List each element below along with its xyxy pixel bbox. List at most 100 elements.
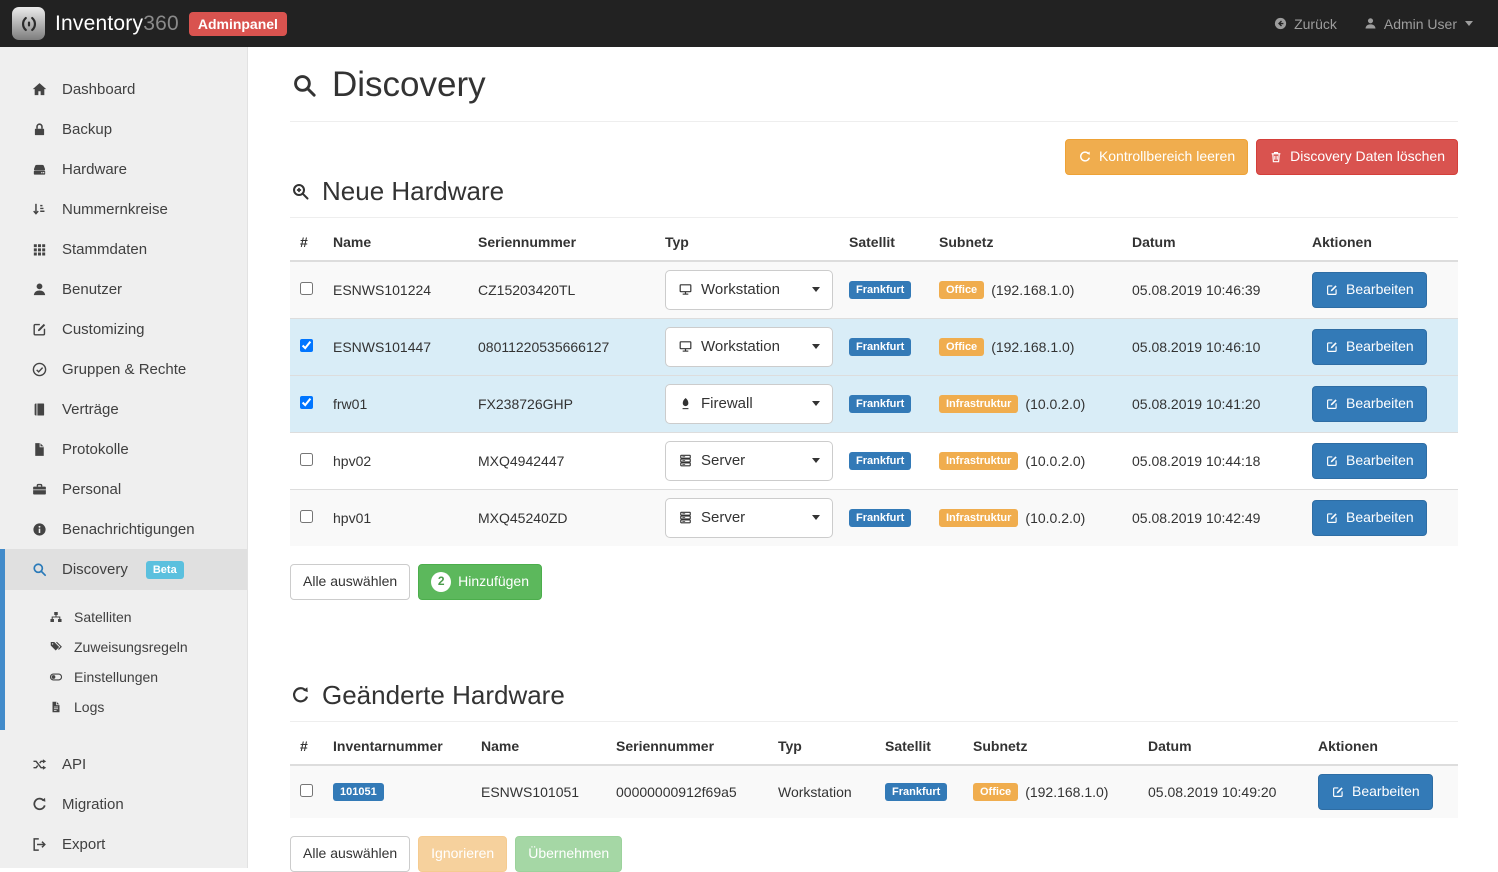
edit-button[interactable]: Bearbeiten <box>1318 774 1433 810</box>
type-dropdown[interactable]: Workstation <box>665 270 833 310</box>
edit-icon <box>1325 454 1339 468</box>
sidebar-item-benutzer[interactable]: Benutzer <box>0 269 247 309</box>
sidebar-item-zuweisungsregeln[interactable]: Zuweisungsregeln <box>5 632 247 662</box>
subnet-value: (10.0.2.0) <box>1025 453 1085 469</box>
fire-extinguisher-icon <box>678 396 693 411</box>
sidebar-item-label: Logs <box>74 699 104 715</box>
table-row: 101051 ESNWS101051 00000000912f69a5 Work… <box>290 765 1458 818</box>
col-type: Typ <box>770 728 877 765</box>
add-button[interactable]: 2 Hinzufügen <box>418 564 542 600</box>
sidebar-item-gruppen-rechte[interactable]: Gruppen & Rechte <box>0 349 247 389</box>
sidebar-item-label: Export <box>62 836 105 853</box>
hdd-icon <box>31 161 48 178</box>
changed-hardware-actions: Alle auswählen Ignorieren Übernehmen <box>290 836 1458 872</box>
edit-button[interactable]: Bearbeiten <box>1312 272 1427 308</box>
col-name: Name <box>325 224 470 261</box>
sidebar-item-export[interactable]: Export <box>0 824 247 864</box>
row-checkbox[interactable] <box>300 339 313 352</box>
user-icon <box>31 281 48 298</box>
select-all-button[interactable]: Alle auswählen <box>290 564 410 600</box>
row-checkbox[interactable] <box>300 453 313 466</box>
sidebar-item-einstellungen[interactable]: Einstellungen <box>5 662 247 692</box>
col-date: Datum <box>1140 728 1310 765</box>
type-dropdown[interactable]: Server <box>665 441 833 481</box>
sidebar-item-customizing[interactable]: Customizing <box>0 309 247 349</box>
edit-label: Bearbeiten <box>1346 508 1414 528</box>
sidebar-item-label: Verträge <box>62 401 119 418</box>
edit-icon <box>1325 511 1339 525</box>
type-dropdown[interactable]: Workstation <box>665 327 833 367</box>
serial-number: MXQ4942447 <box>478 453 564 469</box>
col-satellite: Satellit <box>877 728 965 765</box>
search-icon <box>31 561 48 578</box>
col-satellite: Satellit <box>841 224 931 261</box>
satellite-badge: Frankfurt <box>849 452 911 470</box>
changed-hardware-title: Geänderte Hardware <box>290 680 1458 722</box>
search-plus-icon <box>290 181 311 202</box>
edit-label: Bearbeiten <box>1346 337 1414 357</box>
sidebar-item-api[interactable]: API <box>0 744 247 784</box>
serial-number: FX238726GHP <box>478 396 573 412</box>
clear-control-area-button[interactable]: Kontrollbereich leeren <box>1065 139 1248 175</box>
sidebar-item-benachrichtigungen[interactable]: Benachrichtigungen <box>0 509 247 549</box>
file-icon <box>31 441 48 458</box>
date-value: 05.08.2019 10:44:18 <box>1132 453 1260 469</box>
table-row: frw01 FX238726GHP Firewall Frankfurt Inf… <box>290 375 1458 432</box>
subnet-value: (192.168.1.0) <box>991 282 1074 298</box>
sidebar-item-hardware[interactable]: Hardware <box>0 149 247 189</box>
edit-icon <box>1325 340 1339 354</box>
sidebar-item-nummernkreise[interactable]: Nummernkreise <box>0 189 247 229</box>
apply-button[interactable]: Übernehmen <box>515 836 622 872</box>
caret-down-icon <box>812 344 820 349</box>
row-checkbox[interactable] <box>300 784 313 797</box>
edit-label: Bearbeiten <box>1346 280 1414 300</box>
home-icon <box>31 81 48 98</box>
col-subnet: Subnetz <box>965 728 1140 765</box>
select-all-button[interactable]: Alle auswählen <box>290 836 410 872</box>
main-content: Discovery Kontrollbereich leeren Discove… <box>248 47 1498 868</box>
selected-count-badge: 2 <box>431 572 451 592</box>
row-checkbox[interactable] <box>300 510 313 523</box>
add-label: Hinzufügen <box>458 572 529 592</box>
ignore-button[interactable]: Ignorieren <box>418 836 507 872</box>
delete-discovery-data-button[interactable]: Discovery Daten löschen <box>1256 139 1458 175</box>
satellite-badge: Frankfurt <box>849 281 911 299</box>
adminpanel-badge: Adminpanel <box>189 12 287 36</box>
sidebar-item-discovery[interactable]: Discovery Beta <box>5 549 247 590</box>
sidebar-item-protokolle[interactable]: Protokolle <box>0 429 247 469</box>
col-type: Typ <box>657 224 841 261</box>
caret-down-icon <box>812 458 820 463</box>
sidebar-item-dashboard[interactable]: Dashboard <box>0 69 247 109</box>
back-link[interactable]: Zurück <box>1273 16 1337 32</box>
sidebar-item-label: Stammdaten <box>62 241 147 258</box>
sidebar-item-vertraege[interactable]: Verträge <box>0 389 247 429</box>
row-checkbox[interactable] <box>300 396 313 409</box>
subnet-badge: Infrastruktur <box>939 509 1018 527</box>
sidebar-item-logs[interactable]: Logs <box>5 692 247 722</box>
edit-button[interactable]: Bearbeiten <box>1312 329 1427 365</box>
type-dropdown[interactable]: Server <box>665 498 833 538</box>
edit-button[interactable]: Bearbeiten <box>1312 386 1427 422</box>
edit-button[interactable]: Bearbeiten <box>1312 500 1427 536</box>
sidebar-item-backup[interactable]: Backup <box>0 109 247 149</box>
sidebar-item-label: Satelliten <box>74 609 132 625</box>
monitor-icon <box>678 339 693 354</box>
sidebar-item-label: Zuweisungsregeln <box>74 639 188 655</box>
sidebar-item-migration[interactable]: Migration <box>0 784 247 824</box>
col-date: Datum <box>1124 224 1304 261</box>
edit-icon <box>31 321 48 338</box>
serial-number: 08011220535666127 <box>478 339 609 355</box>
sidebar-item-satelliten[interactable]: Satelliten <box>5 602 247 632</box>
refresh-icon <box>31 796 48 813</box>
sidebar-item-label: Nummernkreise <box>62 201 168 218</box>
brand-name: Inventory <box>55 12 143 35</box>
sidebar-item-stammdaten[interactable]: Stammdaten <box>0 229 247 269</box>
sidebar-item-personal[interactable]: Personal <box>0 469 247 509</box>
delete-discovery-data-label: Discovery Daten löschen <box>1290 147 1445 167</box>
edit-button[interactable]: Bearbeiten <box>1312 443 1427 479</box>
sidebar: Dashboard Backup Hardware Nummernkreise … <box>0 47 248 868</box>
caret-down-icon <box>812 401 820 406</box>
user-menu[interactable]: Admin User <box>1363 16 1473 32</box>
type-dropdown[interactable]: Firewall <box>665 384 833 424</box>
row-checkbox[interactable] <box>300 282 313 295</box>
